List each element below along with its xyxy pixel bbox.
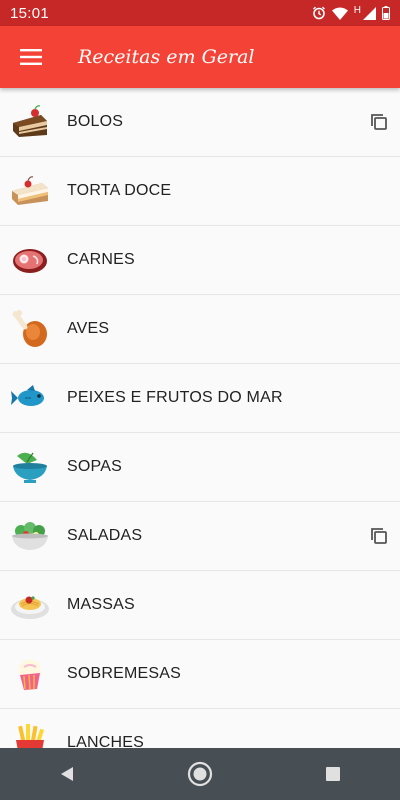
chicken-leg-icon [10, 309, 50, 349]
status-time: 15:01 [10, 4, 50, 22]
cake-slice-icon [10, 102, 50, 142]
category-label: LANCHES [67, 734, 144, 748]
battery-icon [382, 6, 390, 20]
category-label: BOLOS [67, 113, 124, 130]
salad-bowl-icon [10, 516, 50, 556]
category-row-aves[interactable]: AVES [0, 295, 400, 364]
category-label: PEIXES E FRUTOS DO MAR [67, 389, 283, 406]
category-row-peixes[interactable]: PEIXES E FRUTOS DO MAR [0, 364, 400, 433]
recents-square-icon [326, 767, 341, 781]
copy-icon[interactable] [368, 111, 390, 133]
category-list: BOLOS TORTA DOCE CARNES AVES PEIXES E FR… [0, 88, 400, 748]
cell-signal-icon [363, 6, 376, 20]
recents-button[interactable] [303, 748, 363, 800]
app-bar: Receitas em Geral [0, 26, 400, 88]
spaghetti-icon [10, 585, 50, 625]
soup-bowl-icon [10, 447, 50, 487]
category-label: MASSAS [67, 596, 135, 613]
status-bar: 15:01 H [0, 0, 400, 26]
home-button[interactable] [170, 748, 230, 800]
category-label: TORTA DOCE [67, 182, 172, 199]
category-label: SOBREMESAS [67, 665, 182, 682]
category-row-sopas[interactable]: SOPAS [0, 433, 400, 502]
cupcake-icon [10, 654, 50, 694]
category-row-lanches[interactable]: LANCHES [0, 709, 400, 748]
home-circle-icon [187, 761, 213, 787]
category-row-massas[interactable]: MASSAS [0, 571, 400, 640]
wifi-icon [331, 7, 348, 20]
category-label: CARNES [67, 251, 135, 268]
category-row-bolos[interactable]: BOLOS [0, 88, 400, 157]
menu-button[interactable] [0, 26, 62, 88]
back-triangle-icon [60, 767, 73, 781]
fish-icon [10, 378, 50, 418]
category-label: SOPAS [67, 458, 122, 475]
alarm-icon [312, 6, 325, 20]
meat-steak-icon [10, 240, 50, 280]
fries-icon [10, 723, 50, 748]
category-row-carnes[interactable]: CARNES [0, 226, 400, 295]
category-row-torta-doce[interactable]: TORTA DOCE [0, 157, 400, 226]
network-type-letter: H [353, 4, 361, 16]
status-icons: H [312, 4, 390, 20]
category-label: SALADAS [67, 527, 143, 544]
category-label: AVES [67, 320, 110, 337]
torte-slice-icon [10, 171, 50, 211]
app-title: Receitas em Geral [78, 46, 255, 68]
navigation-bar [0, 748, 400, 800]
hamburger-menu-icon [20, 49, 42, 65]
back-button[interactable] [37, 748, 97, 800]
category-row-saladas[interactable]: SALADAS [0, 502, 400, 571]
copy-icon[interactable] [368, 525, 390, 547]
category-row-sobremesas[interactable]: SOBREMESAS [0, 640, 400, 709]
